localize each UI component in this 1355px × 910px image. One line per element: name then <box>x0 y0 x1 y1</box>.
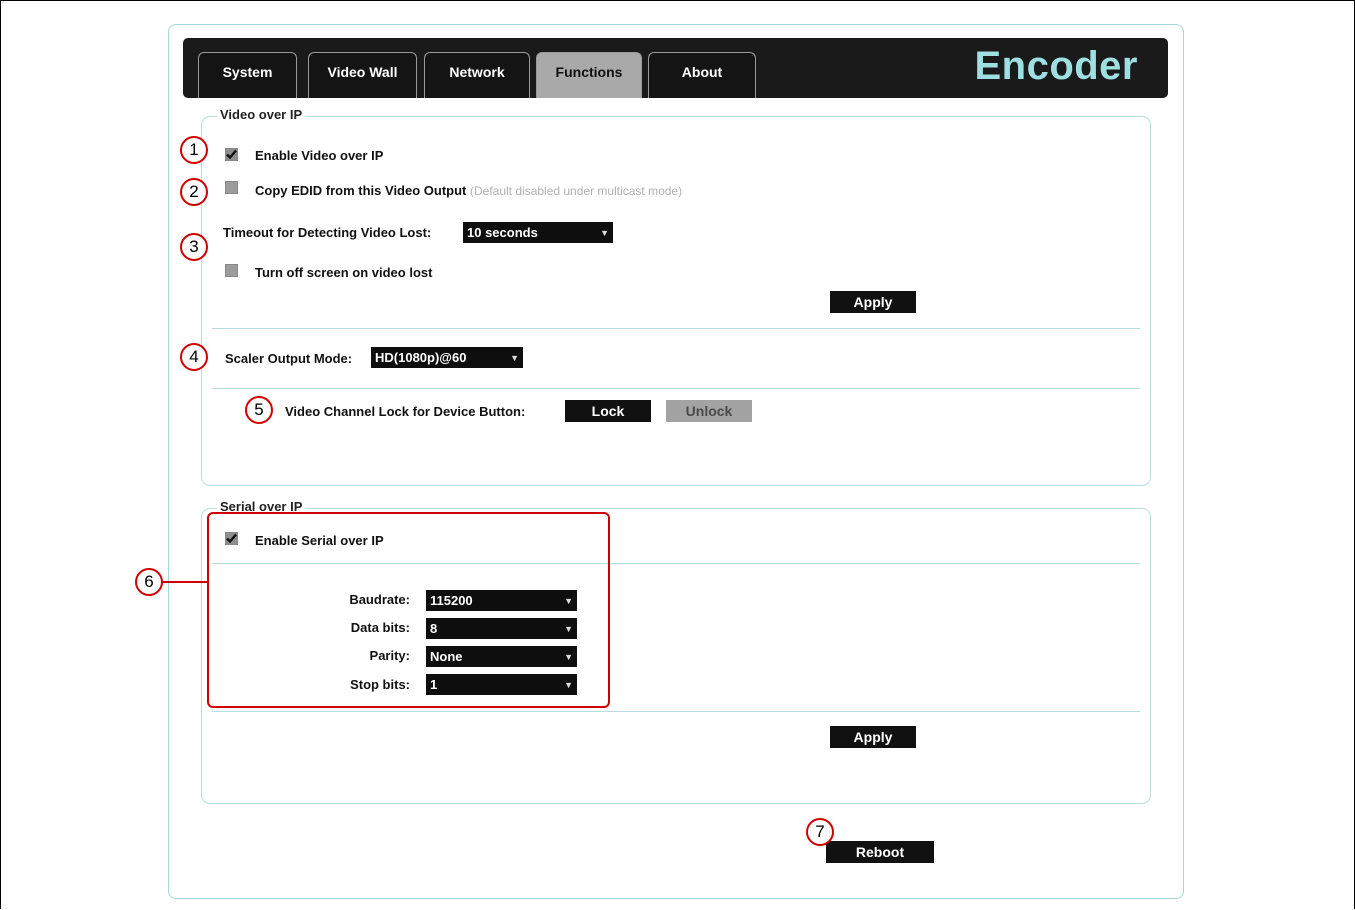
tab-functions[interactable]: Functions <box>536 52 642 98</box>
callout-marker: 3 <box>180 233 208 261</box>
tab-label: System <box>222 64 273 80</box>
scaler-label: Scaler Output Mode: <box>225 351 353 366</box>
callout-marker: 4 <box>180 343 208 371</box>
callout-marker: 2 <box>180 178 208 206</box>
copy-edid-label: Copy EDID from this Video Output (Defaul… <box>255 183 682 198</box>
brand-title: Encoder <box>974 44 1138 88</box>
timeout-select[interactable]: 10 seconds ▼ <box>463 222 613 243</box>
section-divider <box>212 388 1140 389</box>
chevron-down-icon: ▼ <box>600 227 609 238</box>
tab-label: Network <box>449 64 505 80</box>
tab-video-wall[interactable]: Video Wall <box>308 52 417 98</box>
tab-label: Functions <box>555 64 623 80</box>
tab-network[interactable]: Network <box>424 52 530 98</box>
callout-leader-line <box>162 581 208 583</box>
video-over-ip-legend: Video over IP <box>217 107 306 122</box>
checkmark-icon <box>226 149 237 160</box>
timeout-value: 10 seconds <box>467 225 538 240</box>
chevron-down-icon: ▼ <box>510 352 519 363</box>
timeout-label: Timeout for Detecting Video Lost: <box>223 225 432 240</box>
turn-off-screen-label: Turn off screen on video lost <box>255 265 433 280</box>
callout-marker: 1 <box>180 136 208 164</box>
section-divider <box>212 711 1140 712</box>
video-over-ip-section <box>201 116 1151 486</box>
tab-label: About <box>681 64 723 80</box>
copy-edid-checkbox[interactable] <box>225 181 238 194</box>
section-divider <box>212 328 1140 329</box>
scaler-value: HD(1080p)@60 <box>375 350 467 365</box>
tab-label: Video Wall <box>327 64 398 80</box>
tab-system[interactable]: System <box>198 52 297 98</box>
callout-highlight-box <box>207 512 610 708</box>
tab-bar: System Video Wall Network Functions Abou… <box>183 38 1168 98</box>
copy-edid-text: Copy EDID from this Video Output <box>255 183 467 198</box>
enable-video-label: Enable Video over IP <box>255 148 384 163</box>
reboot-button[interactable]: Reboot <box>826 841 934 863</box>
unlock-button[interactable]: Unlock <box>666 400 752 422</box>
callout-marker: 7 <box>806 818 834 846</box>
scaler-select[interactable]: HD(1080p)@60 ▼ <box>371 347 523 368</box>
turn-off-screen-checkbox[interactable] <box>225 264 238 277</box>
enable-video-checkbox[interactable] <box>225 148 238 161</box>
copy-edid-hint: (Default disabled under multicast mode) <box>470 184 683 198</box>
serial-apply-button[interactable]: Apply <box>830 726 916 748</box>
callout-marker: 6 <box>135 568 163 596</box>
lock-button[interactable]: Lock <box>565 400 651 422</box>
tab-about[interactable]: About <box>648 52 756 98</box>
lock-label: Video Channel Lock for Device Button: <box>285 404 526 419</box>
video-apply-button[interactable]: Apply <box>830 291 916 313</box>
callout-marker: 5 <box>245 396 273 424</box>
